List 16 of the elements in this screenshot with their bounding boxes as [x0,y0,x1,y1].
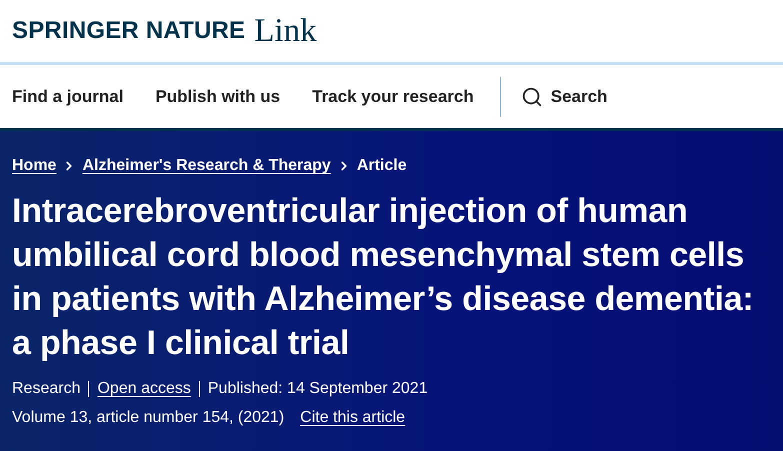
meta-link[interactable]: Open access [97,380,191,397]
breadcrumb-link[interactable]: Home [12,157,56,175]
search-icon [520,86,543,108]
breadcrumb-current: Article [356,157,407,175]
cite-link[interactable]: Cite this article [300,409,406,427]
citation-text: Volume 13, article number 154, (2021) [12,409,284,427]
brand-logo[interactable]: SPRINGER NATURE [12,17,246,45]
breadcrumb-link[interactable]: Alzheimer's Research & Therapy [82,157,331,175]
nav-link[interactable]: Find a journal [12,86,124,106]
product-name: Link [254,12,317,50]
nav-link[interactable]: Track your research [312,86,474,106]
nav-link[interactable]: Publish with us [155,86,280,106]
article-title: Intracerebroventricular injection of human umbilical cord blood mesenchymal stem cells in patients with Alzheimer’s disease dementia: a phase I clinical trial [12,191,755,364]
meta-text: Published: 14 September 2021 [208,380,428,397]
search-button[interactable]: Search [500,76,608,116]
meta-text: Research [12,380,80,397]
